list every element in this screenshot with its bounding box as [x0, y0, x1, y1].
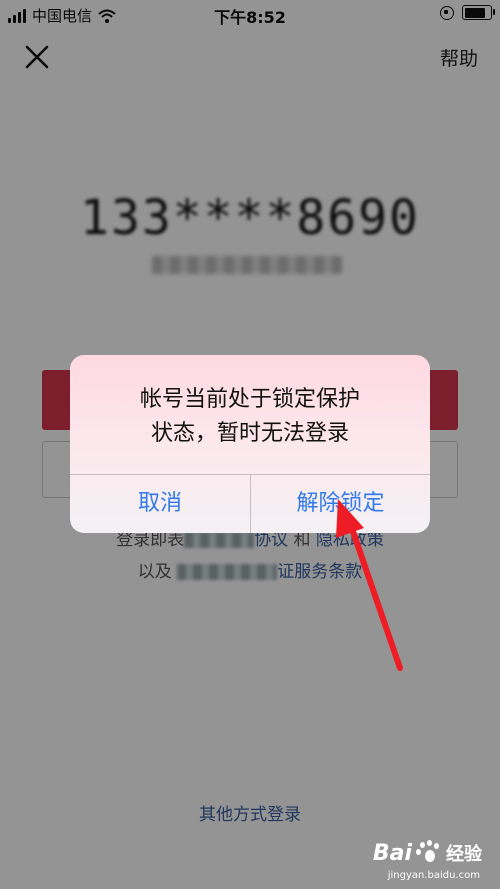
paw-icon: [416, 840, 442, 866]
watermark-url: jingyan.baidu.com: [387, 870, 480, 881]
watermark-brand: Bai: [372, 840, 412, 866]
watermark-suffix: 经验: [446, 844, 482, 865]
alert-message: 帐号当前处于锁定保护 状态，暂时无法登录: [139, 387, 360, 446]
lock-alert-dialog: 帐号当前处于锁定保护 状态，暂时无法登录 取消 解除锁定: [70, 355, 430, 533]
unlock-button[interactable]: 解除锁定: [251, 475, 430, 533]
cancel-button[interactable]: 取消: [70, 475, 250, 533]
login-screen: 中国电信 下午8:52 帮助 133****8690 登录即表 协议 和 隐私政策: [0, 0, 500, 889]
baidu-watermark: Bai 经验: [373, 840, 482, 866]
